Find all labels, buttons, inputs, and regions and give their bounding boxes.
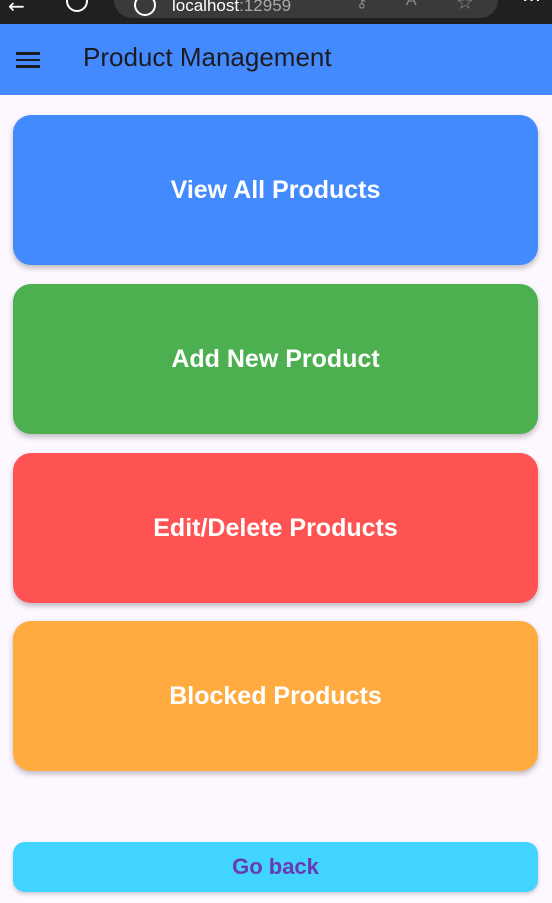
menu-icon[interactable] (16, 51, 40, 69)
view-all-products-button[interactable]: View All Products (13, 115, 538, 265)
blocked-products-label: Blocked Products (169, 681, 382, 710)
url-host: localhost (172, 0, 240, 15)
blocked-products-button[interactable]: Blocked Products (13, 621, 538, 771)
read-aloud-icon[interactable]: A (406, 0, 417, 10)
url-text: localhost:12959 (172, 0, 291, 16)
url-port: :12959 (239, 0, 292, 15)
view-all-products-label: View All Products (170, 175, 381, 204)
go-back-button[interactable]: Go back (13, 842, 538, 892)
add-new-product-button[interactable]: Add New Product (13, 284, 538, 434)
go-back-label: Go back (232, 854, 319, 879)
refresh-icon[interactable] (66, 0, 88, 12)
menu-icon-line (16, 65, 40, 68)
star-icon[interactable]: ☆ (456, 0, 474, 14)
edit-delete-products-button[interactable]: Edit/Delete Products (13, 453, 538, 603)
app-bar: Product Management (0, 24, 552, 95)
arrow-left-icon[interactable]: ← (8, 0, 25, 18)
menu-icon-line (16, 52, 40, 55)
address-bar[interactable]: localhost:12959 ⚷ A ☆ (114, 0, 498, 18)
menu-icon-line (16, 58, 40, 61)
browser-toolbar: ← localhost:12959 ⚷ A ☆ ··· (0, 0, 552, 24)
add-new-product-label: Add New Product (171, 344, 380, 373)
info-icon[interactable] (134, 0, 156, 16)
key-icon[interactable]: ⚷ (356, 0, 368, 11)
page-title: Product Management (83, 42, 332, 72)
more-icon[interactable]: ··· (522, 0, 541, 12)
edit-delete-products-label: Edit/Delete Products (153, 513, 398, 542)
